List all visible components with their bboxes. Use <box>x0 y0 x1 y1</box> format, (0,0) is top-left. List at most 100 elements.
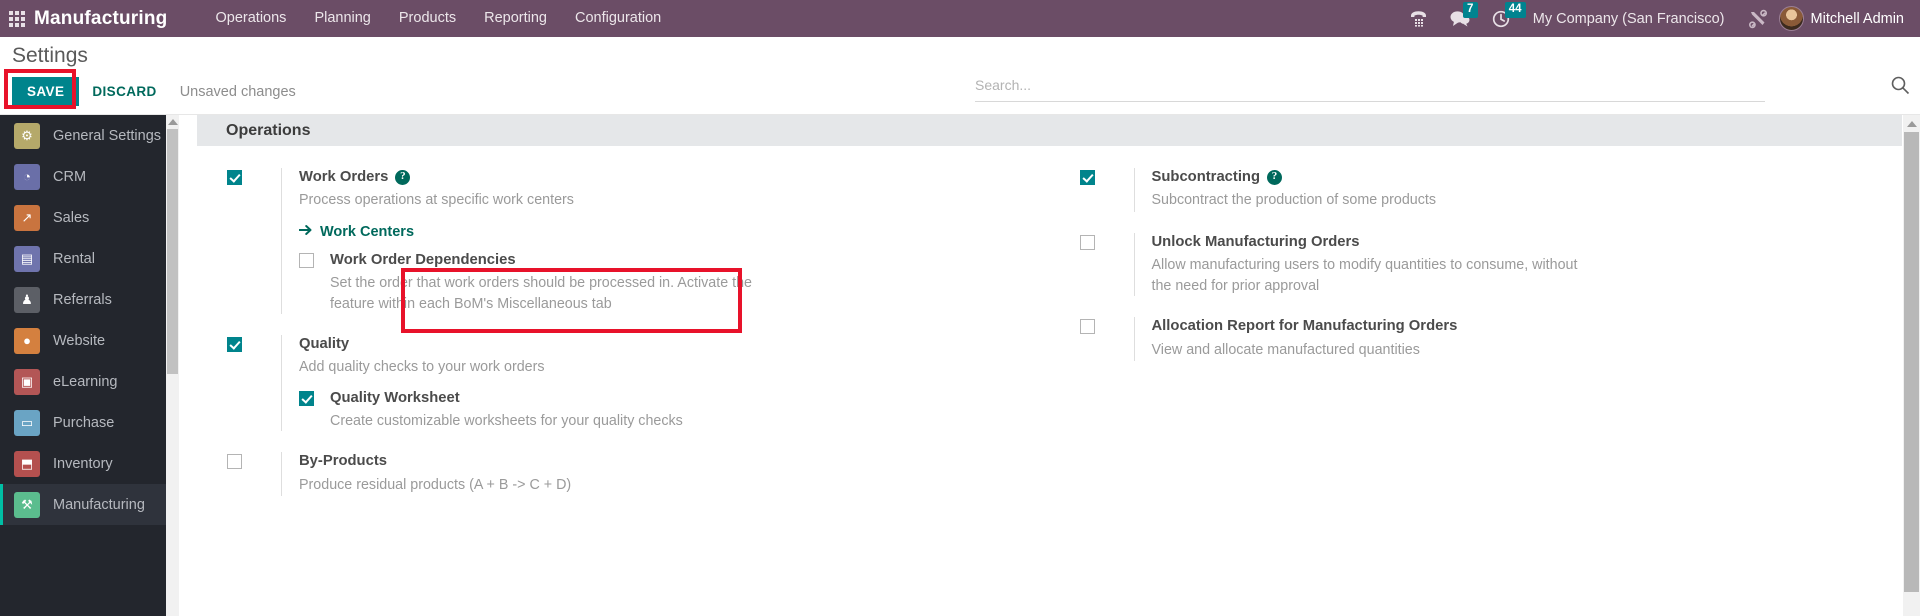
setting-label-work-orders: Work Orders? <box>299 168 1030 186</box>
checkbox-work-order-dependencies[interactable] <box>299 252 314 268</box>
save-button[interactable]: SAVE <box>12 77 80 106</box>
checkbox-wrap <box>227 168 281 314</box>
setting-work-orders: Work Orders? Process operations at specif… <box>227 168 1030 314</box>
link-label: Work Centers <box>320 223 415 240</box>
menu-item-operations[interactable]: Operations <box>202 0 301 37</box>
menu-item-configuration[interactable]: Configuration <box>561 0 675 37</box>
page-scroll-up-icon[interactable] <box>1903 115 1920 132</box>
magnifier-icon[interactable] <box>1890 75 1910 100</box>
label-text: Unlock Manufacturing Orders <box>1151 234 1360 250</box>
checkbox-allocation-report[interactable] <box>1079 319 1095 335</box>
checkbox-wrap <box>1079 317 1134 361</box>
setting-body: Unlock Manufacturing Orders Allow manufac… <box>1133 233 1883 297</box>
apps-grid-icon[interactable] <box>0 0 34 37</box>
unsaved-changes-text: Unsaved changes <box>179 83 296 100</box>
sidebar-item-elearning[interactable]: ▣ eLearning <box>0 361 179 402</box>
page-scroll-thumb[interactable] <box>1904 132 1919 592</box>
tools-icon[interactable] <box>1737 0 1779 37</box>
sidebar-item-label: Purchase <box>53 414 115 431</box>
sidebar-item-label: General Settings <box>53 127 162 144</box>
checkbox-work-orders[interactable] <box>227 170 242 185</box>
setting-body: Subcontracting? Subcontract the productio… <box>1133 168 1883 212</box>
label-text: Allocation Report for Manufacturing Orde… <box>1151 318 1458 335</box>
record-actions: SAVE DISCARD Unsaved changes <box>12 77 296 106</box>
avatar[interactable] <box>1778 6 1804 31</box>
checkbox-wrap <box>227 452 281 496</box>
sidebar-item-label: Manufacturing <box>53 496 145 513</box>
checkbox-wrap <box>1079 233 1134 296</box>
company-switcher[interactable]: My Company (San Francisco) <box>1521 11 1737 27</box>
gear-icon: ⚙ <box>14 122 40 149</box>
sidebar-item-crm[interactable]: ◔ CRM <box>0 156 179 197</box>
manufacturing-icon: ⚒ <box>14 491 40 518</box>
setting-body: Quality Worksheet Create customizable wor… <box>330 389 1030 432</box>
phone-icon[interactable] <box>1398 0 1439 37</box>
sidebar-item-referrals[interactable]: ♟ Referrals <box>0 279 179 320</box>
setting-body: Quality Add quality checks to your work o… <box>281 334 1030 432</box>
setting-description: Set the order that work orders should be… <box>330 275 752 312</box>
sidebar-scroll-up-icon[interactable] <box>166 115 179 129</box>
messages-badge: 7 <box>1462 2 1478 18</box>
arrow-right-icon <box>298 224 313 240</box>
setting-allocation-report: Allocation Report for Manufacturing Orde… <box>1079 317 1883 362</box>
setting-label-quality-worksheet: Quality Worksheet <box>330 389 460 406</box>
setting-body: Work Orders? Process operations at specif… <box>281 168 1030 314</box>
discard-button[interactable]: DISCARD <box>79 77 169 106</box>
sidebar-scrollbar[interactable] <box>166 115 179 616</box>
setting-description: Process operations at specific work cent… <box>299 192 574 209</box>
page-body: ⚙ General Settings ◔ CRM ↗ Sales ▤ Rental ♟ Refer… <box>0 115 1920 616</box>
sidebar-item-website[interactable]: ● Website <box>0 320 179 361</box>
purchase-card-icon: ▭ <box>14 409 40 436</box>
sidebar-item-label: Website <box>53 332 106 349</box>
setting-description: Allow manufacturing users to modify quan… <box>1151 257 1578 294</box>
setting-subcontracting: Subcontracting? Subcontract the productio… <box>1079 168 1883 212</box>
sidebar-scroll-thumb[interactable] <box>167 129 178 374</box>
messages-counter[interactable]: 7 <box>1439 0 1481 37</box>
checkbox-wrap <box>227 335 281 432</box>
navbar-right-group: 7 44 My Company (San Francisco) Mitchell… <box>1398 0 1920 37</box>
sidebar-item-label: CRM <box>53 168 87 185</box>
setting-quality: Quality Add quality checks to your work o… <box>227 334 1030 432</box>
sidebar-item-manufacturing[interactable]: ⚒ Manufacturing <box>0 484 179 525</box>
search-container <box>975 77 1765 102</box>
sidebar-item-inventory[interactable]: ⬒ Inventory <box>0 443 179 484</box>
top-navbar: Manufacturing Operations Planning Produc… <box>0 0 1920 37</box>
menu-item-products[interactable]: Products <box>385 0 470 37</box>
elearning-board-icon: ▣ <box>14 368 40 395</box>
settings-grid: Work Orders? Process operations at specif… <box>179 146 1920 517</box>
checkbox-by-products[interactable] <box>227 454 242 470</box>
sidebar-item-general-settings[interactable]: ⚙ General Settings <box>0 115 179 156</box>
link-work-centers[interactable]: Work Centers <box>298 223 1030 240</box>
search-input[interactable] <box>975 77 1765 93</box>
menu-item-reporting[interactable]: Reporting <box>470 0 561 37</box>
sidebar-item-sales[interactable]: ↗ Sales <box>0 197 179 238</box>
setting-label-unlock-manufacturing-orders: Unlock Manufacturing Orders <box>1152 233 1883 251</box>
settings-content: Operations Work Orders? Process operation… <box>179 115 1920 616</box>
help-icon[interactable]: ? <box>395 169 411 185</box>
menu-item-planning[interactable]: Planning <box>300 0 384 37</box>
help-icon[interactable]: ? <box>1267 169 1283 185</box>
setting-quality-worksheet: Quality Worksheet Create customizable wor… <box>299 389 1030 432</box>
checkbox-subcontracting[interactable] <box>1079 170 1095 185</box>
checkbox-quality-worksheet[interactable] <box>299 390 314 406</box>
sidebar-item-rental[interactable]: ▤ Rental <box>0 238 179 279</box>
activities-counter[interactable]: 44 <box>1481 0 1526 37</box>
checkbox-wrap <box>299 251 330 314</box>
inventory-box-icon: ⬒ <box>14 450 40 477</box>
checkbox-unlock-manufacturing-orders[interactable] <box>1079 235 1095 250</box>
setting-unlock-manufacturing-orders: Unlock Manufacturing Orders Allow manufac… <box>1079 233 1883 297</box>
user-menu[interactable]: Mitchell Admin <box>1811 11 1908 27</box>
sidebar-list: ⚙ General Settings ◔ CRM ↗ Sales ▤ Rental ♟ Refer… <box>0 115 179 525</box>
app-brand-title[interactable]: Manufacturing <box>34 8 168 30</box>
label-text: Work Orders <box>299 169 389 185</box>
sidebar-item-label: Referrals <box>53 291 112 308</box>
label-text: Subcontracting <box>1151 169 1261 185</box>
page-scrollbar[interactable] <box>1903 115 1920 616</box>
checkbox-quality[interactable] <box>227 336 242 352</box>
setting-description: View and allocate manufactured quantitie… <box>1151 341 1420 358</box>
setting-work-order-dependencies: Work Order Dependencies Set the order tha… <box>299 251 1030 314</box>
setting-body: By-Products Produce residual products (A … <box>281 452 1030 497</box>
sidebar-item-purchase[interactable]: ▭ Purchase <box>0 402 179 443</box>
setting-label-allocation-report: Allocation Report for Manufacturing Orde… <box>1152 317 1883 335</box>
label-text: Quality <box>299 335 350 352</box>
